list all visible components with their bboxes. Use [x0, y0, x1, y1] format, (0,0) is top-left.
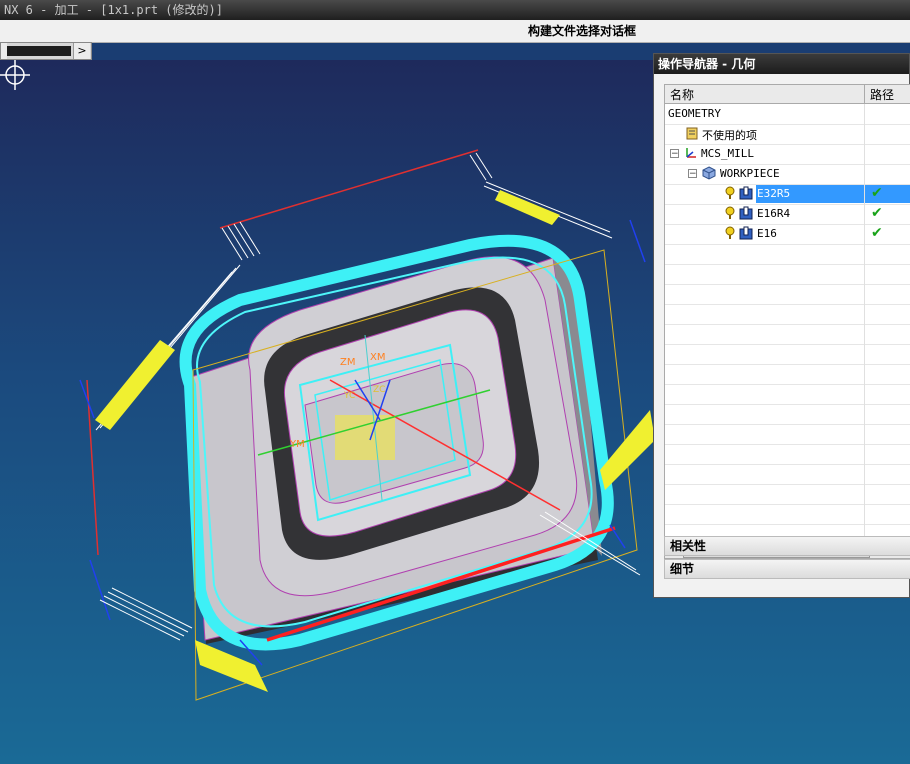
tree-row-op-1[interactable]: E32R5 ✔ [665, 184, 910, 205]
collapse-mcs-icon[interactable]: − [670, 149, 679, 159]
mcs-label: MCS_MILL [701, 147, 754, 160]
operation-name: E32R5 [757, 187, 791, 200]
horizontal-scrollbar[interactable]: > [0, 42, 92, 60]
empty-row [665, 384, 910, 405]
empty-row [665, 324, 910, 345]
empty-row [665, 424, 910, 445]
label-zc: ZC [373, 385, 385, 395]
tree-row-unused[interactable]: 不使用的项 [665, 124, 910, 145]
mill-operation-icon [739, 226, 753, 240]
mcs-axis-icon [686, 148, 696, 158]
dialog-title: 构建文件选择对话框 [528, 24, 637, 38]
tree-row-workpiece[interactable]: − WORKPIECE [665, 164, 910, 185]
path-status-check-icon: ✔ [871, 205, 883, 221]
geometry-label: GEOMETRY [668, 107, 721, 120]
empty-row [665, 364, 910, 385]
path-red-top [219, 149, 479, 229]
empty-row [665, 284, 910, 305]
collapse-workpiece-icon[interactable]: − [688, 169, 697, 179]
empty-row [665, 464, 910, 485]
workpiece-label: WORKPIECE [720, 167, 780, 180]
path-status-check-icon: ✔ [871, 185, 883, 201]
operation-navigator: 操作导航器 - 几何 名称 路径 GEOMETRY 不使用的项 − MCS_MI… [653, 53, 910, 598]
corner-sweep-bl [99, 587, 193, 641]
unused-items-icon [686, 127, 698, 140]
tree-row-mcs[interactable]: − MCS_MILL [665, 144, 910, 165]
empty-row [665, 264, 910, 285]
label-ym: YM [289, 439, 305, 450]
workpiece-cube-icon [702, 166, 716, 180]
empty-row [665, 244, 910, 265]
scroll-thumb[interactable] [7, 46, 71, 56]
tool-region [335, 415, 395, 460]
empty-row [665, 484, 910, 505]
empty-row [665, 404, 910, 425]
details-section[interactable]: 细节 [664, 559, 910, 579]
window-title: NX 6 - 加工 - [1x1.prt (修改的)] [4, 3, 223, 17]
tree-row-op-3[interactable]: E16 ✔ [665, 224, 910, 245]
scroll-right-button[interactable]: > [73, 43, 90, 59]
navigator-tree[interactable]: 名称 路径 GEOMETRY 不使用的项 − MCS_MILL − WORKPI… [664, 84, 910, 542]
label-yc: YC [343, 391, 355, 401]
yellow-sweep-right [600, 410, 655, 490]
yellow-sweep-left [95, 340, 175, 430]
label-zm: ZM [340, 357, 355, 368]
path-status-check-icon: ✔ [871, 225, 883, 241]
column-path-header[interactable]: 路径 [870, 86, 894, 103]
label-xm: XM [370, 352, 385, 363]
corner-sweep-tr [469, 152, 613, 239]
tree-row-geometry[interactable]: GEOMETRY [665, 104, 910, 125]
column-name-header[interactable]: 名称 [670, 86, 694, 103]
empty-row [665, 304, 910, 325]
unused-label: 不使用的项 [702, 129, 757, 142]
empty-row [665, 444, 910, 465]
tree-header: 名称 路径 [665, 85, 910, 104]
operation-name: E16 [757, 227, 777, 240]
mill-operation-icon [739, 186, 753, 200]
tree-row-op-2[interactable]: E16R4 ✔ [665, 204, 910, 225]
window-titlebar: NX 6 - 加工 - [1x1.prt (修改的)] [0, 0, 910, 20]
mill-operation-icon [739, 206, 753, 220]
relations-section[interactable]: 相关性 [664, 536, 910, 556]
operation-name: E16R4 [757, 207, 791, 220]
menu-bar: 构建文件选择对话框 [0, 20, 910, 43]
empty-row [665, 344, 910, 365]
path-red-left [86, 379, 99, 556]
empty-row [665, 504, 910, 525]
operation-status-icon [725, 206, 735, 219]
crosshair-icon [0, 60, 30, 90]
operation-status-icon [725, 226, 735, 239]
operation-status-icon [725, 186, 735, 199]
navigator-title: 操作导航器 - 几何 [654, 54, 909, 74]
